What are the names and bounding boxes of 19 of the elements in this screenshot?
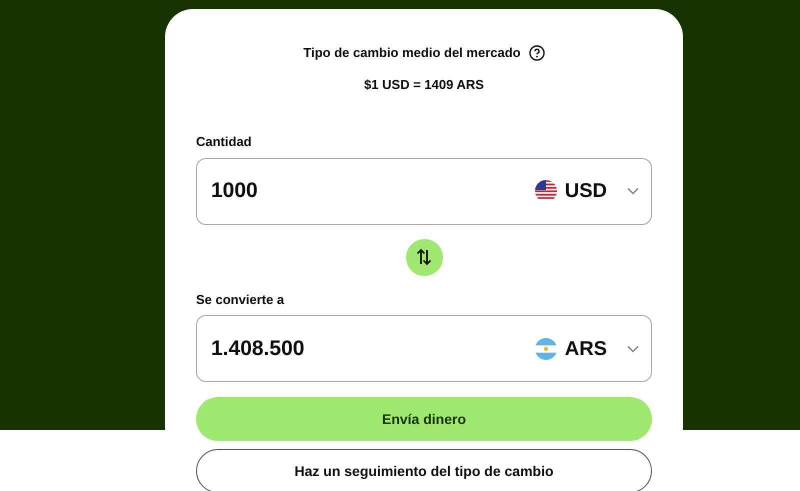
chevron-down-icon bbox=[627, 187, 639, 195]
amount-field[interactable]: 1000 USD bbox=[196, 158, 652, 224]
flag-icon bbox=[534, 338, 557, 360]
swap-button[interactable] bbox=[406, 238, 442, 276]
amount-value: 1000 bbox=[211, 178, 259, 204]
rate-title: Tipo de cambio medio del mercado bbox=[303, 44, 521, 62]
exchange-rate: $1 USD = 1409 ARS bbox=[364, 76, 484, 94]
help-icon[interactable] bbox=[528, 44, 545, 61]
field-label: Cantidad bbox=[196, 133, 252, 151]
currency-selector[interactable]: USD bbox=[534, 176, 639, 206]
amount-field[interactable]: 1.408.500 ARS bbox=[196, 315, 652, 382]
send-money-button[interactable]: Envía dinero bbox=[196, 397, 652, 441]
swap-arrows-icon bbox=[415, 248, 433, 266]
field-label: Se convierte a bbox=[196, 290, 284, 308]
chevron-down-icon bbox=[627, 344, 639, 352]
currency-selector[interactable]: ARS bbox=[534, 334, 639, 364]
flag-icon bbox=[534, 180, 557, 202]
amount-value: 1.408.500 bbox=[211, 336, 306, 362]
track-rate-button[interactable]: Haz un seguimiento del tipo de cambio bbox=[196, 449, 652, 491]
